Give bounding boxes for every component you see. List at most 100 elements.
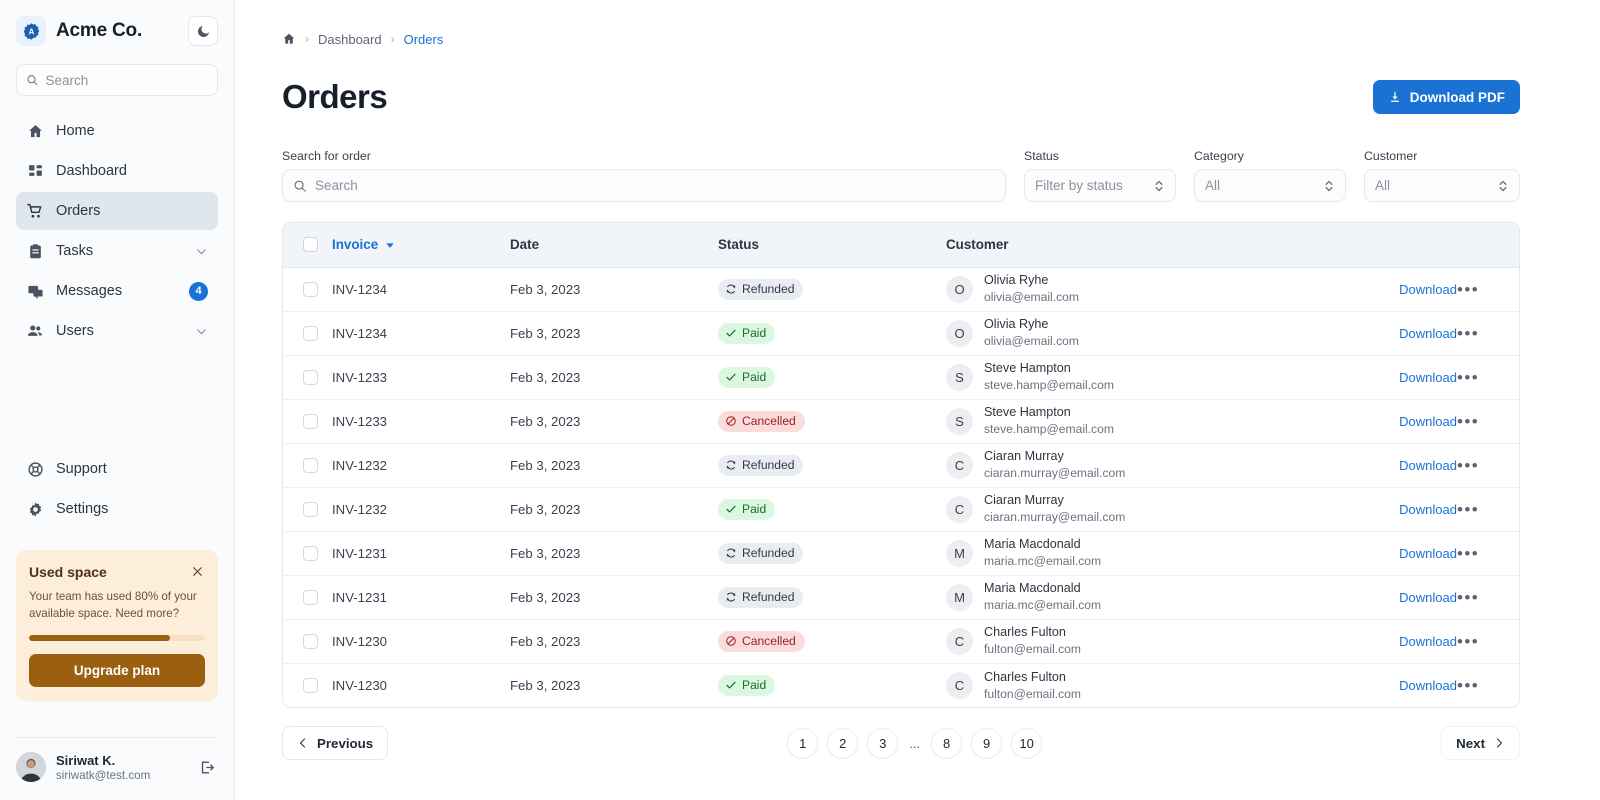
breadcrumb-home-icon[interactable]: [282, 32, 296, 46]
chevron-down-icon[interactable]: [195, 245, 208, 258]
column-header-date[interactable]: Date: [510, 223, 718, 268]
download-link[interactable]: Download: [1345, 546, 1457, 561]
download-link[interactable]: Download: [1345, 458, 1457, 473]
table-row[interactable]: INV-1230 Feb 3, 2023 Paid C Charles Fulton fu…: [283, 663, 1519, 707]
row-checkbox[interactable]: [303, 545, 318, 561]
row-menu-icon[interactable]: •••: [1457, 676, 1479, 695]
select-all-checkbox[interactable]: [303, 237, 318, 253]
table-row[interactable]: INV-1233 Feb 3, 2023 Cancelled S Steve Hampt…: [283, 399, 1519, 443]
customer-filter-field: Customer All: [1364, 149, 1520, 202]
row-checkbox[interactable]: [303, 325, 318, 341]
logout-icon[interactable]: [199, 759, 218, 776]
table-row[interactable]: INV-1230 Feb 3, 2023 Cancelled C Charles Ful…: [283, 619, 1519, 663]
row-checkbox[interactable]: [303, 457, 318, 473]
cell-date: Feb 3, 2023: [510, 677, 581, 693]
category-select[interactable]: All: [1194, 169, 1346, 202]
customer-select[interactable]: All: [1364, 169, 1520, 202]
sidebar-item-messages[interactable]: Messages 4: [16, 272, 218, 310]
table-row[interactable]: INV-1231 Feb 3, 2023 Refunded M Maria Macdon…: [283, 575, 1519, 619]
sidebar-item-label: Users: [56, 323, 94, 339]
page-button-9[interactable]: 9: [971, 727, 1003, 759]
breadcrumb-item-dashboard[interactable]: Dashboard: [318, 32, 382, 47]
page-button-1[interactable]: 1: [787, 727, 819, 759]
column-header-customer[interactable]: Customer: [946, 223, 1345, 268]
download-link[interactable]: Download: [1345, 414, 1457, 429]
download-pdf-button[interactable]: Download PDF: [1372, 80, 1520, 114]
column-header-invoice-label[interactable]: Invoice: [332, 237, 378, 252]
close-icon[interactable]: [190, 564, 205, 579]
breadcrumb-item-orders[interactable]: Orders: [404, 32, 444, 47]
chevron-down-icon[interactable]: [195, 325, 208, 338]
download-link[interactable]: Download: [1345, 634, 1457, 649]
row-menu-icon[interactable]: •••: [1457, 368, 1479, 387]
sort-caret-down-icon[interactable]: [385, 240, 395, 250]
download-link[interactable]: Download: [1345, 282, 1457, 297]
lifebuoy-icon: [26, 460, 44, 478]
table-row[interactable]: INV-1234 Feb 3, 2023 Refunded O Olivia Ryhe o…: [283, 267, 1519, 311]
cell-date: Feb 3, 2023: [510, 457, 581, 473]
row-checkbox[interactable]: [303, 413, 318, 429]
download-link[interactable]: Download: [1345, 326, 1457, 341]
app-logo-icon: A: [16, 16, 46, 46]
row-checkbox[interactable]: [303, 633, 318, 649]
row-checkbox[interactable]: [303, 369, 318, 385]
sidebar-item-orders[interactable]: Orders: [16, 192, 218, 230]
sidebar-item-home[interactable]: Home: [16, 112, 218, 150]
row-checkbox[interactable]: [303, 677, 318, 693]
row-menu-icon[interactable]: •••: [1457, 324, 1479, 343]
column-header-status[interactable]: Status: [718, 223, 946, 268]
customer-select-value: All: [1375, 178, 1391, 193]
status-select[interactable]: Filter by status: [1024, 169, 1176, 202]
user-profile[interactable]: Siriwat K. siriwatk@test.com: [16, 737, 218, 800]
row-menu-icon[interactable]: •••: [1457, 632, 1479, 651]
row-menu-icon[interactable]: •••: [1457, 500, 1479, 519]
row-checkbox[interactable]: [303, 281, 318, 297]
status-badge: Paid: [718, 674, 776, 696]
sidebar-item-users[interactable]: Users: [16, 312, 218, 350]
previous-page-button[interactable]: Previous: [282, 726, 389, 760]
customer-avatar-initial: C: [946, 451, 973, 479]
table-row[interactable]: INV-1232 Feb 3, 2023 Refunded C Ciaran Murra…: [283, 443, 1519, 487]
chevron-updown-icon: [1153, 178, 1165, 194]
upgrade-plan-button[interactable]: Upgrade plan: [29, 653, 205, 687]
column-header-invoice[interactable]: Invoice: [332, 223, 510, 268]
download-link[interactable]: Download: [1345, 502, 1457, 517]
row-menu-icon[interactable]: •••: [1457, 588, 1479, 607]
table-row[interactable]: INV-1232 Feb 3, 2023 Paid C Ciaran Murray cia…: [283, 487, 1519, 531]
row-checkbox[interactable]: [303, 501, 318, 517]
table-row[interactable]: INV-1231 Feb 3, 2023 Refunded M Maria Macdon…: [283, 531, 1519, 575]
sidebar-item-support[interactable]: Support: [16, 450, 218, 488]
row-checkbox[interactable]: [303, 589, 318, 605]
status-badge: Paid: [718, 322, 776, 344]
paid-icon: [725, 371, 737, 383]
page-button-10[interactable]: 10: [1011, 727, 1043, 759]
sidebar-item-tasks[interactable]: Tasks: [16, 232, 218, 270]
sidebar-search-input[interactable]: [45, 72, 208, 88]
cell-status: Cancelled: [718, 619, 946, 663]
status-badge: Cancelled: [718, 410, 805, 432]
search-input[interactable]: [315, 178, 995, 193]
breadcrumb-separator: ›: [305, 32, 309, 46]
page-button-3[interactable]: 3: [867, 727, 899, 759]
download-link[interactable]: Download: [1345, 590, 1457, 605]
sidebar-search[interactable]: [16, 64, 218, 96]
row-menu-icon[interactable]: •••: [1457, 544, 1479, 563]
customer-avatar-initial: C: [946, 627, 973, 655]
next-page-button[interactable]: Next: [1441, 726, 1520, 760]
order-search-control[interactable]: [282, 169, 1006, 202]
table-row[interactable]: INV-1234 Feb 3, 2023 Paid O Olivia Ryhe olivi…: [283, 311, 1519, 355]
sidebar-item-dashboard[interactable]: Dashboard: [16, 152, 218, 190]
download-link[interactable]: Download: [1345, 678, 1457, 693]
sidebar-item-settings[interactable]: Settings: [16, 490, 218, 528]
page-button-2[interactable]: 2: [827, 727, 859, 759]
download-link[interactable]: Download: [1345, 370, 1457, 385]
page-button-8[interactable]: 8: [931, 727, 963, 759]
row-select-cell: [283, 575, 332, 619]
table-row[interactable]: INV-1233 Feb 3, 2023 Paid S Steve Hampton ste…: [283, 355, 1519, 399]
row-menu-icon[interactable]: •••: [1457, 280, 1479, 299]
row-menu-icon[interactable]: •••: [1457, 412, 1479, 431]
row-menu-icon[interactable]: •••: [1457, 456, 1479, 475]
user-email: siriwatk@test.com: [56, 768, 151, 782]
dark-mode-toggle[interactable]: [188, 16, 218, 46]
cell-row-menu: •••: [1457, 619, 1519, 663]
